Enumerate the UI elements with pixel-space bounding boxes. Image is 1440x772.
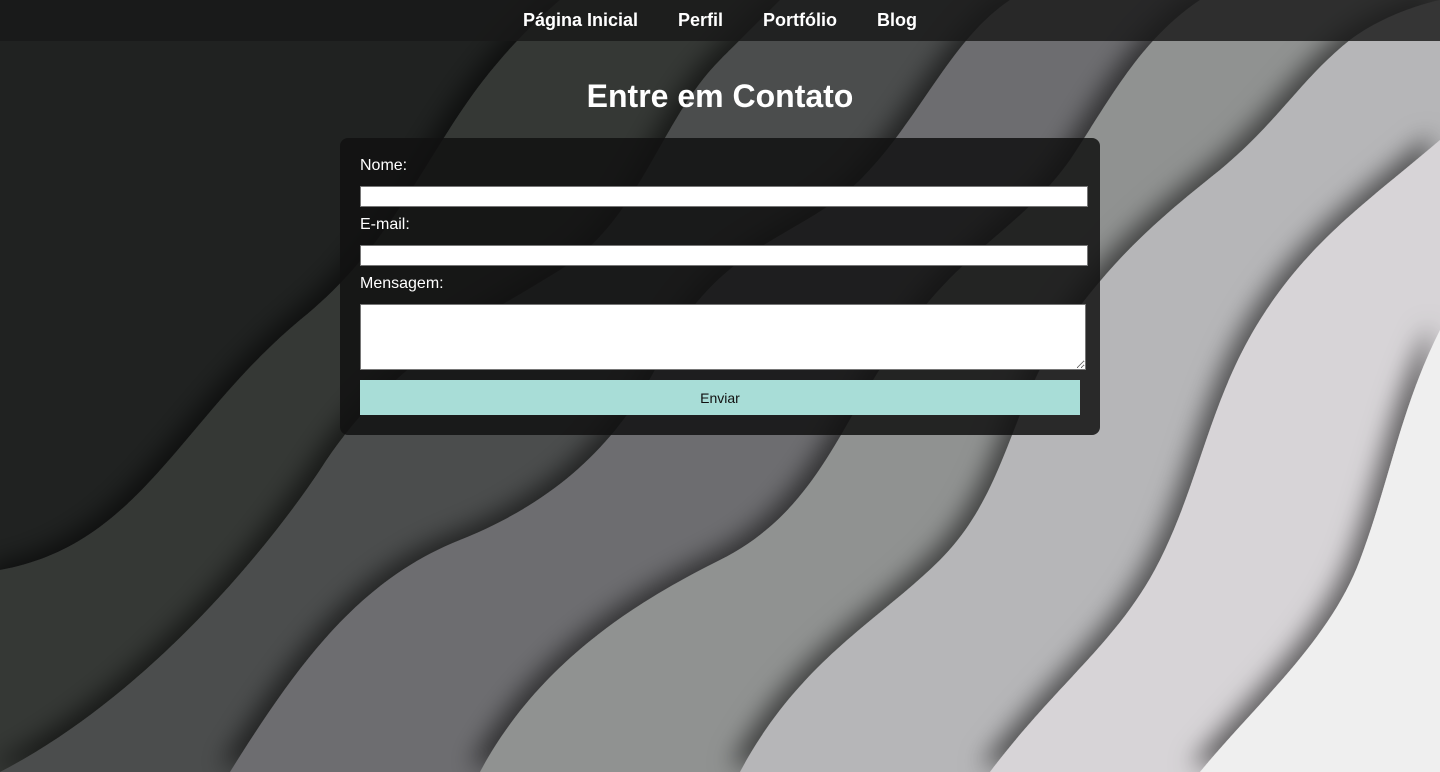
message-textarea[interactable] <box>360 304 1086 370</box>
name-label: Nome: <box>360 157 408 174</box>
message-label: Mensagem: <box>360 275 444 292</box>
top-nav-bar: Página Inicial Perfil Portfólio Blog <box>0 0 1440 41</box>
nav-link-pagina-inicial[interactable]: Página Inicial <box>523 0 638 41</box>
nav-link-perfil[interactable]: Perfil <box>678 0 723 41</box>
submit-button[interactable]: Enviar <box>360 380 1080 415</box>
email-label: E-mail: <box>360 216 410 233</box>
nav-link-portfolio[interactable]: Portfólio <box>763 0 837 41</box>
email-input[interactable] <box>360 245 1088 266</box>
name-input[interactable] <box>360 186 1088 207</box>
page-title: Entre em Contato <box>586 78 854 114</box>
nav-link-blog[interactable]: Blog <box>877 0 917 41</box>
contact-form: Nome: E-mail: Mensagem: Enviar <box>340 138 1100 435</box>
